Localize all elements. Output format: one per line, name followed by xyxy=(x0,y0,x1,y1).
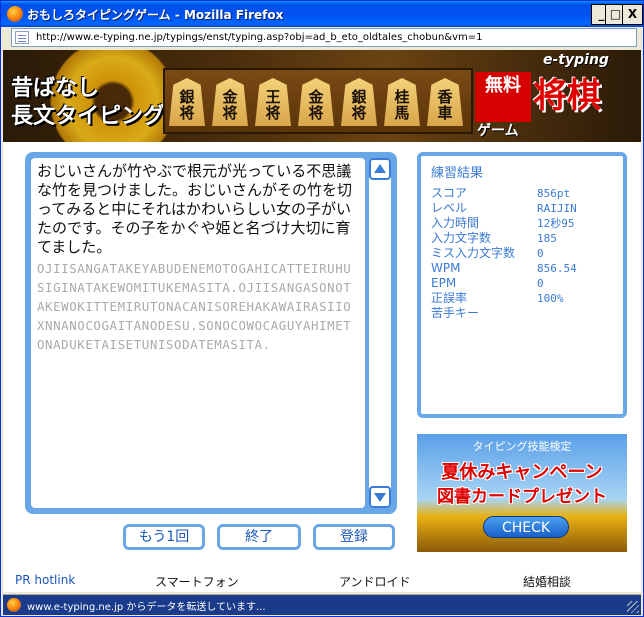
scroll-up-button[interactable] xyxy=(369,158,391,180)
url-text: http://www.e-typing.ne.jp/typings/enst/t… xyxy=(36,32,483,43)
arrow-down-icon xyxy=(374,493,386,502)
target-text: おじいさんが竹やぶで根元が光っている不思議な竹を見つけました。おじいさんがその竹… xyxy=(37,162,353,256)
results-panel: 練習結果 スコア 856pt レベル RAIJIN 入力時間 12秒95 入力文… xyxy=(417,152,627,418)
register-button[interactable]: 登録 xyxy=(313,524,395,550)
ad-header: タイピング技能検定 xyxy=(472,440,572,453)
main-content: おじいさんが竹やぶで根元が光っている不思議な竹を見つけました。おじいさんがその竹… xyxy=(3,142,641,592)
free-badge: 無料 xyxy=(475,72,531,122)
result-row-time: 入力時間 12秒95 xyxy=(431,216,575,230)
shogi-piece: 香車 xyxy=(427,78,463,126)
banner-title-line2: 長文タイピング xyxy=(11,104,166,129)
shogi-piece: 銀将 xyxy=(341,78,377,126)
ad-headline: 夏休みキャンペーン xyxy=(441,462,603,483)
game-label: ゲーム xyxy=(477,123,519,139)
check-button[interactable]: CHECK xyxy=(483,516,569,538)
title-bar[interactable]: おもしろタイピングゲーム - Mozilla Firefox _ □ X xyxy=(1,1,643,27)
window-title: おもしろタイピングゲーム - Mozilla Firefox xyxy=(27,8,284,22)
finish-button[interactable]: 終了 xyxy=(217,524,301,550)
android-link[interactable]: アンドロイド xyxy=(339,573,411,590)
scroll-down-button[interactable] xyxy=(369,486,391,508)
marriage-link[interactable]: 結婚相談 xyxy=(523,573,571,590)
shogi-piece: 金将 xyxy=(298,78,334,126)
result-row-epm: EPM 0 xyxy=(431,276,544,290)
result-row-chars: 入力文字数 185 xyxy=(431,231,557,245)
typing-text-panel: おじいさんが竹やぶで根元が光っている不思議な竹を見つけました。おじいさんがその竹… xyxy=(25,152,397,514)
footer-links: PR hotlink スマートフォン アンドロイド 結婚相談 xyxy=(3,570,641,592)
typing-text-area: おじいさんが竹やぶで根元が光っている不思議な竹を見つけました。おじいさんがその竹… xyxy=(31,158,365,508)
shogi-piece: 王将 xyxy=(255,78,291,126)
page-icon xyxy=(15,31,29,44)
close-button[interactable]: X xyxy=(622,4,643,25)
result-row-misses: ミス入力文字数 0 xyxy=(431,246,544,260)
result-row-accuracy: 正誤率 100% xyxy=(431,291,564,305)
shogi-label: 将棋 xyxy=(533,76,601,116)
address-bar: http://www.e-typing.ne.jp/typings/enst/t… xyxy=(3,27,641,49)
arrow-up-icon xyxy=(374,164,386,173)
status-bar: www.e-typing.ne.jp からデータを転送しています... xyxy=(3,594,641,615)
shogi-piece: 銀将 xyxy=(169,78,205,126)
firefox-status-icon xyxy=(7,598,21,612)
smartphone-link[interactable]: スマートフォン xyxy=(155,573,239,590)
ad-subheadline: 図書カードプレゼント xyxy=(437,487,607,507)
browser-window: おもしろタイピングゲーム - Mozilla Firefox _ □ X htt… xyxy=(0,0,644,617)
url-field[interactable]: http://www.e-typing.ne.jp/typings/enst/t… xyxy=(11,28,637,47)
resize-grip-icon[interactable] xyxy=(627,601,639,613)
scrollbar[interactable] xyxy=(369,158,391,508)
result-row-level: レベル RAIJIN xyxy=(431,201,577,215)
ad-banner[interactable]: 昔ばなし 長文タイピング 銀将 金将 王将 金将 銀将 桂馬 香車 無料 ゲーム… xyxy=(3,50,641,142)
status-text: www.e-typing.ne.jp からデータを転送しています... xyxy=(27,602,266,613)
result-row-weak-keys: 苦手キー xyxy=(431,306,480,320)
shogi-piece: 桂馬 xyxy=(384,78,420,126)
retry-button[interactable]: もう1回 xyxy=(123,524,205,550)
pr-hotlink[interactable]: PR hotlink xyxy=(15,573,75,587)
result-row-wpm: WPM 856.54 xyxy=(431,261,577,275)
firefox-icon xyxy=(7,6,23,22)
shogi-piece: 金将 xyxy=(212,78,248,126)
campaign-ad[interactable]: タイピング技能検定 夏休みキャンペーン 図書カードプレゼント CHECK xyxy=(417,434,627,552)
romaji-text: OJIISANGATAKEYABUDENEMOTOGAHICATTEIRUHUS… xyxy=(37,261,352,352)
results-title: 練習結果 xyxy=(431,166,484,181)
result-row-score: スコア 856pt xyxy=(431,186,571,200)
e-typing-logo: e-typing xyxy=(543,52,609,68)
